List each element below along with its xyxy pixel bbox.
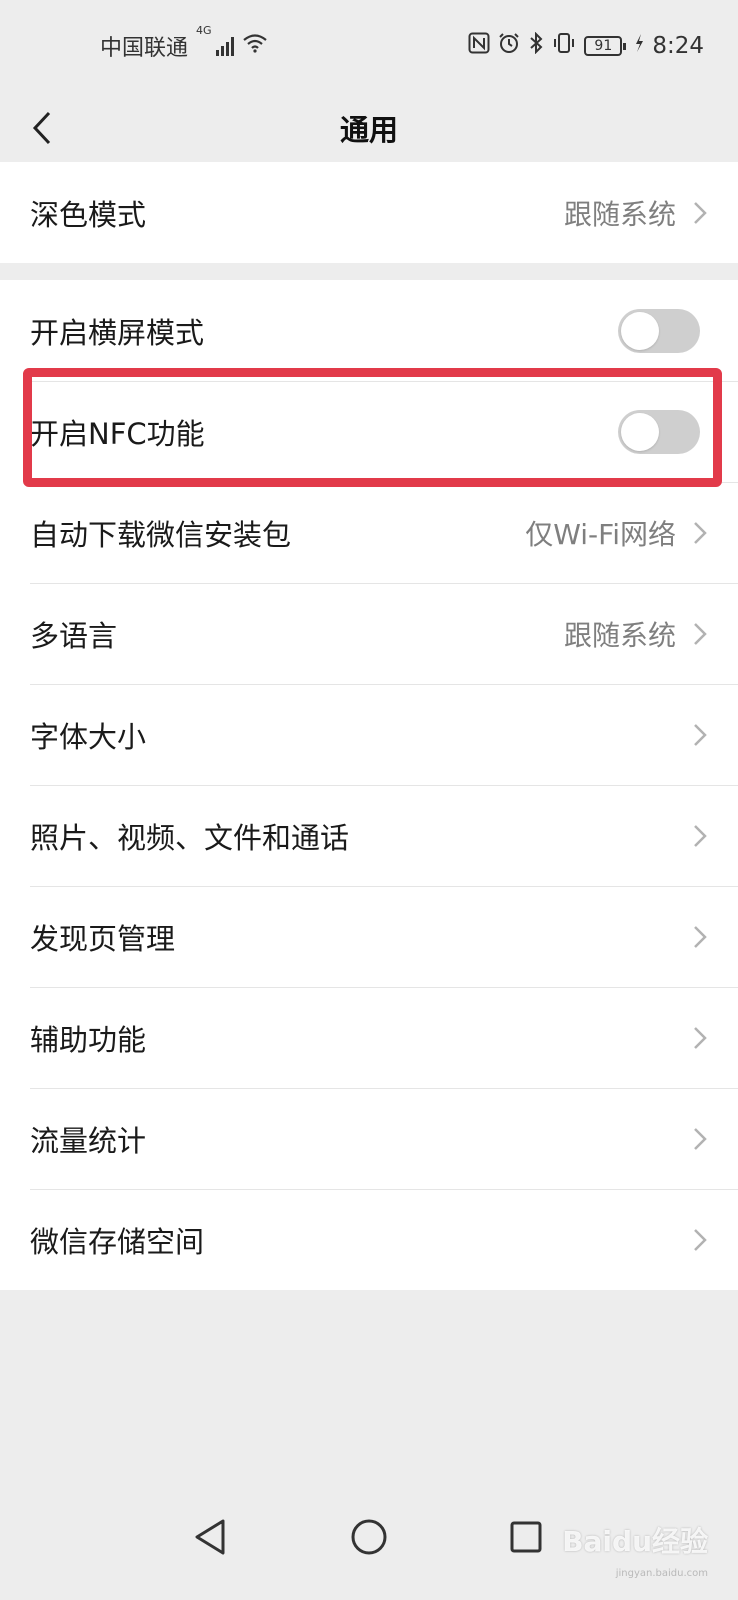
landscape-mode-row: 开启横屏模式	[0, 280, 738, 381]
settings-group-display: 深色模式 跟随系统	[0, 162, 738, 263]
chevron-right-icon	[692, 924, 708, 950]
status-left: 中国联通 4G	[100, 24, 268, 62]
carrier-name: 中国联通	[100, 36, 189, 61]
nfc-icon	[468, 32, 490, 60]
baidu-watermark: Baidu经验	[562, 1520, 708, 1560]
media-settings-label: 照片、视频、文件和通话	[30, 820, 350, 855]
font-size-label: 字体大小	[30, 719, 147, 754]
nfc-toggle[interactable]	[618, 409, 700, 454]
chevron-right-icon	[692, 722, 708, 748]
data-usage-row[interactable]: 流量统计	[0, 1088, 738, 1189]
nfc-label: 开启NFC功能	[30, 416, 205, 451]
battery-icon: 91	[584, 36, 627, 56]
font-size-row[interactable]: 字体大小	[0, 684, 738, 785]
chevron-right-icon	[692, 200, 708, 226]
media-settings-row[interactable]: 照片、视频、文件和通话	[0, 785, 738, 886]
network-type: 4G	[196, 24, 212, 37]
bluetooth-icon	[528, 31, 544, 60]
storage-label: 微信存储空间	[30, 1224, 205, 1259]
signal-icon	[215, 36, 234, 56]
status-right: 91 8:24	[468, 31, 704, 60]
auto-download-row[interactable]: 自动下载微信安装包 仅Wi-Fi网络	[0, 482, 738, 583]
discover-management-row[interactable]: 发现页管理	[0, 886, 738, 987]
alarm-icon	[498, 32, 520, 60]
nfc-row: 开启NFC功能	[0, 381, 738, 482]
page-title: 通用	[339, 113, 398, 147]
wifi-icon	[242, 33, 268, 59]
landscape-mode-label: 开启横屏模式	[30, 315, 205, 350]
toggle-knob	[621, 412, 659, 451]
language-label: 多语言	[30, 618, 118, 653]
clock-time: 8:24	[652, 33, 704, 59]
dark-mode-label: 深色模式	[30, 197, 147, 232]
language-row[interactable]: 多语言 跟随系统	[0, 583, 738, 684]
settings-group-general: 开启横屏模式 开启NFC功能 自动下载微信安装包 仅Wi-Fi网络 多语言 跟随…	[0, 280, 738, 1290]
watermark-brand: Baidu经验	[562, 1525, 708, 1558]
header: 通用	[0, 92, 738, 164]
chevron-right-icon	[692, 621, 708, 647]
nav-back-icon[interactable]	[180, 1507, 240, 1567]
vibrate-icon	[552, 32, 576, 60]
auto-download-label: 自动下载微信安装包	[30, 517, 292, 552]
chevron-right-icon	[692, 823, 708, 849]
nav-home-icon[interactable]	[339, 1507, 399, 1567]
charging-icon	[634, 33, 644, 59]
watermark-url: jingyan.baidu.com	[615, 1568, 708, 1579]
discover-management-label: 发现页管理	[30, 921, 176, 956]
accessibility-label: 辅助功能	[30, 1022, 147, 1057]
chevron-right-icon	[692, 1126, 708, 1152]
chevron-right-icon	[692, 1025, 708, 1051]
back-arrow-icon[interactable]	[22, 106, 62, 150]
status-bar: 中国联通 4G 91 8:24	[0, 0, 738, 92]
toggle-knob	[621, 311, 659, 350]
landscape-mode-toggle[interactable]	[618, 308, 700, 353]
chevron-right-icon	[692, 1227, 708, 1253]
nav-recents-icon[interactable]	[496, 1507, 556, 1567]
data-usage-label: 流量统计	[30, 1123, 147, 1158]
accessibility-row[interactable]: 辅助功能	[0, 987, 738, 1088]
dark-mode-row[interactable]: 深色模式 跟随系统	[0, 162, 738, 263]
language-value: 跟随系统	[563, 618, 676, 652]
chevron-right-icon	[692, 520, 708, 546]
storage-row[interactable]: 微信存储空间	[0, 1189, 738, 1290]
dark-mode-value: 跟随系统	[563, 197, 676, 231]
auto-download-value: 仅Wi-Fi网络	[525, 517, 676, 551]
